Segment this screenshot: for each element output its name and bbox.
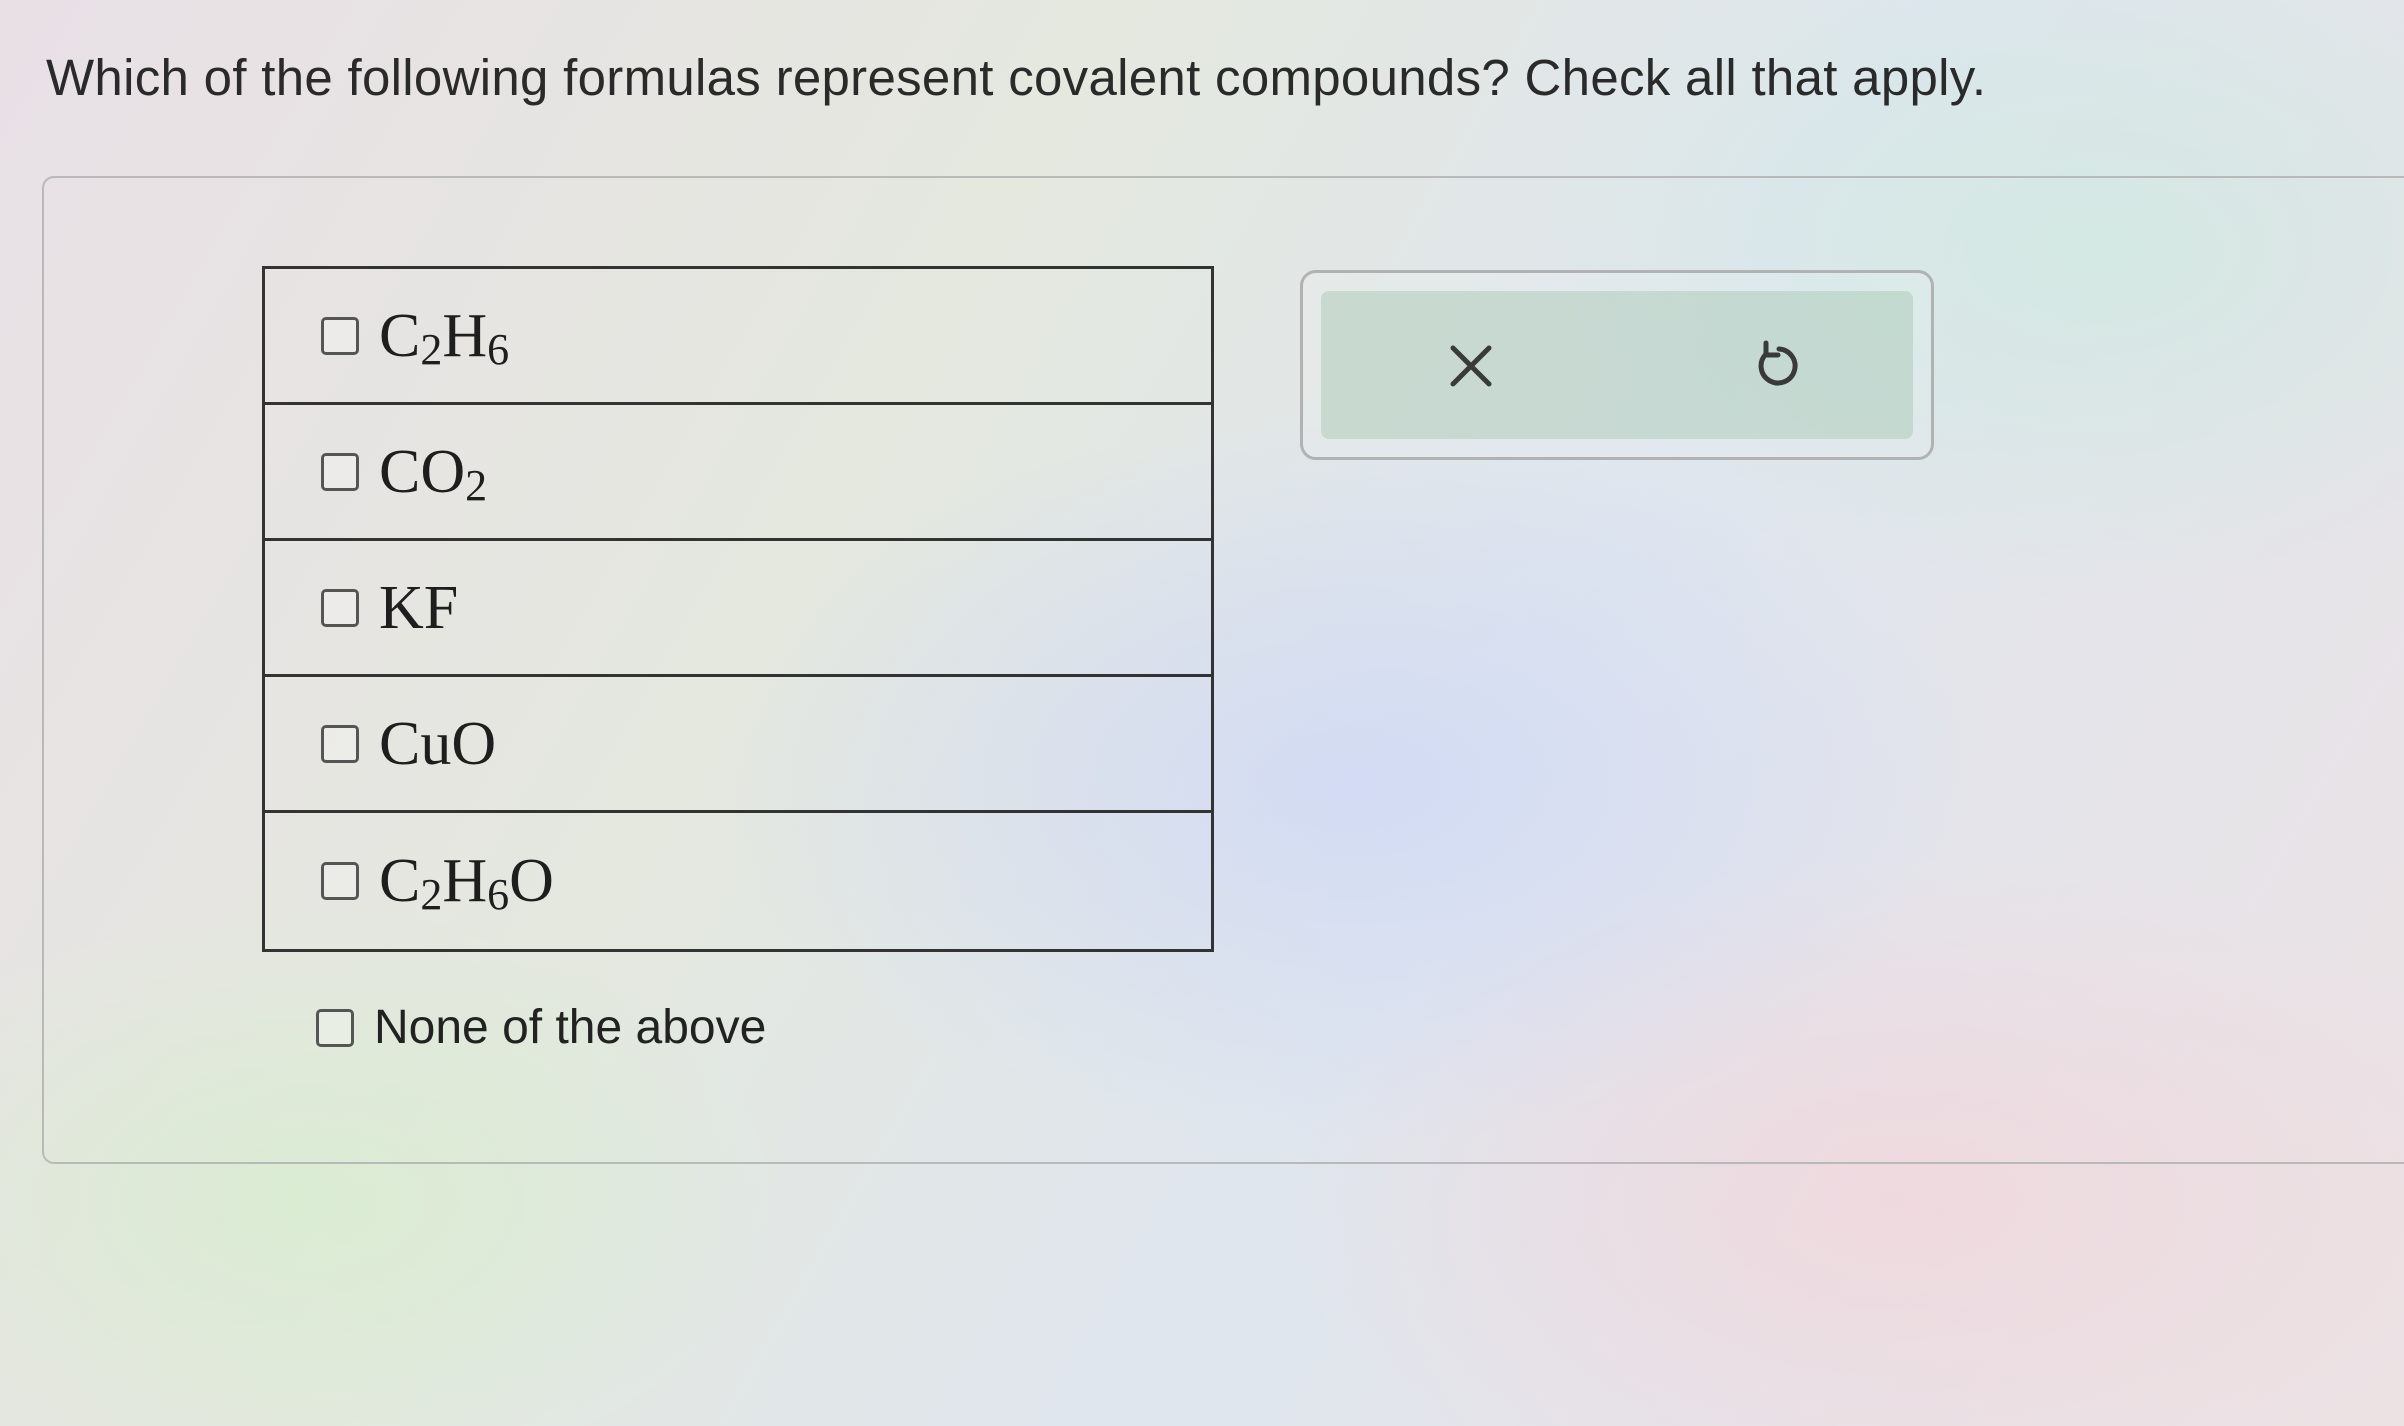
formula-c2h6: C2H6: [379, 301, 510, 374]
checkbox[interactable]: [321, 316, 359, 355]
formula-kf: KF: [379, 573, 459, 642]
undo-button[interactable]: [1741, 331, 1811, 401]
none-of-the-above-option[interactable]: None of the above: [316, 1000, 766, 1055]
formula-c2h6o: C2H6O: [379, 847, 554, 919]
none-of-the-above-label: None of the above: [374, 1001, 767, 1054]
checkbox[interactable]: [321, 588, 359, 627]
clear-button[interactable]: [1436, 331, 1506, 401]
choice-row-cuo[interactable]: CuO: [265, 677, 1211, 813]
question-text: Which of the following formulas represen…: [46, 49, 1987, 106]
choice-table: C2H6 CO2 KF CuO C2H6O: [262, 266, 1214, 952]
formula-cuo: CuO: [379, 709, 497, 778]
checkbox[interactable]: [321, 452, 359, 491]
checkbox[interactable]: [316, 1008, 354, 1047]
choice-row-co2[interactable]: CO2: [265, 405, 1211, 541]
checkbox[interactable]: [321, 724, 359, 763]
choice-row-kf[interactable]: KF: [265, 541, 1211, 677]
answer-tools-bar: [1321, 291, 1913, 439]
undo-icon: [1758, 340, 1798, 386]
formula-co2: CO2: [379, 437, 488, 510]
x-icon: [1450, 345, 1492, 387]
choice-row-c2h6[interactable]: C2H6: [265, 269, 1211, 405]
answer-tools: [1300, 270, 1934, 460]
checkbox[interactable]: [321, 862, 359, 900]
choice-row-c2h6o[interactable]: C2H6O: [265, 813, 1211, 949]
